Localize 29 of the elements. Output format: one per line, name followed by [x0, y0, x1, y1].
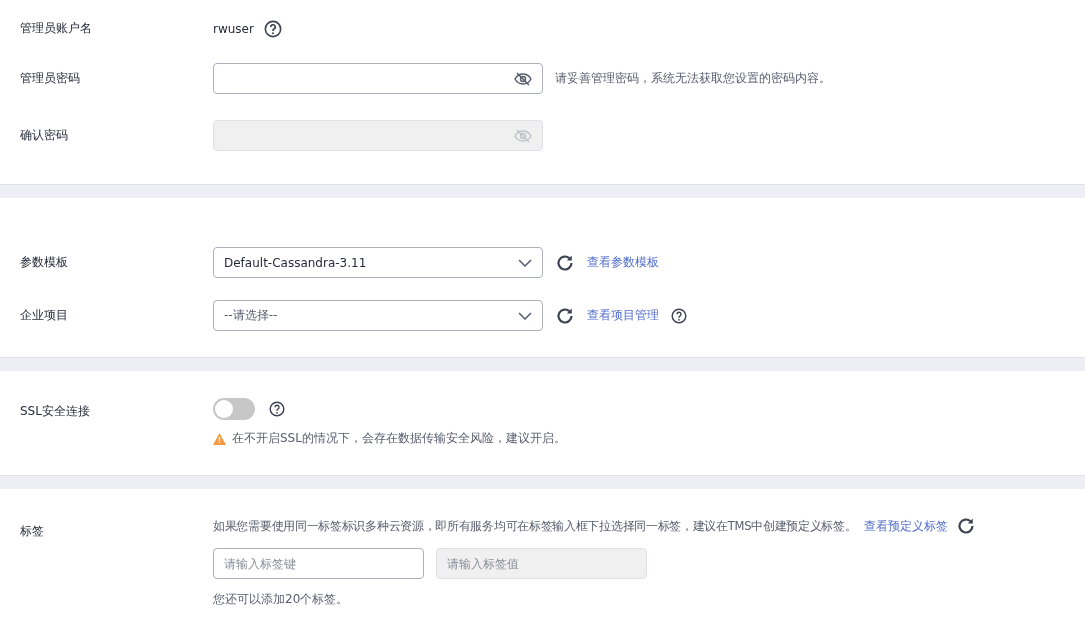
tag-key-field[interactable]: 请输入标签键: [213, 548, 424, 579]
chevron-down-icon: [518, 311, 532, 320]
field-label: 确认密码: [20, 127, 69, 143]
ssl-toggle[interactable]: [213, 398, 255, 420]
tag-note: 如果您需要使用同一标签标识多种云资源，即所有服务均可在标签输入框下拉选择同一标签，建议在TMS中创建预定义标签。: [213, 518, 857, 534]
field-label: 管理员账户名: [20, 20, 93, 36]
tag-count-note: 您还可以添加20个标签。: [213, 591, 350, 608]
field-label: 标签: [20, 523, 45, 539]
chevron-down-icon: [518, 258, 532, 267]
view-project-link[interactable]: 查看项目管理: [587, 307, 659, 324]
predefined-tags-link[interactable]: 查看预定义标签: [864, 517, 949, 535]
template-select[interactable]: Default-Cassandra-3.11: [213, 247, 543, 278]
field-label: 参数模板: [20, 254, 69, 270]
password-hint: 请妥善管理密码，系统无法获取您设置的密码内容。: [555, 70, 831, 87]
account-name: rwuser: [213, 22, 254, 36]
field-label: 企业项目: [20, 307, 69, 323]
field-label: 管理员密码: [20, 70, 81, 86]
refresh-icon[interactable]: [555, 305, 575, 326]
ssl-warning: 在不开启SSL的情况下，会存在数据传输安全风险，建议开启。: [232, 430, 566, 447]
help-icon[interactable]: [263, 20, 282, 38]
eye-slash-icon[interactable]: [514, 71, 532, 86]
view-template-link[interactable]: 查看参数模板: [587, 254, 659, 271]
warning-icon: [213, 432, 226, 445]
password-field[interactable]: [213, 63, 543, 94]
help-icon[interactable]: [671, 307, 687, 324]
field-label: SSL安全连接: [20, 403, 91, 419]
project-select[interactable]: --请选择--: [213, 300, 543, 331]
refresh-icon[interactable]: [555, 252, 575, 273]
help-icon[interactable]: [269, 401, 285, 417]
